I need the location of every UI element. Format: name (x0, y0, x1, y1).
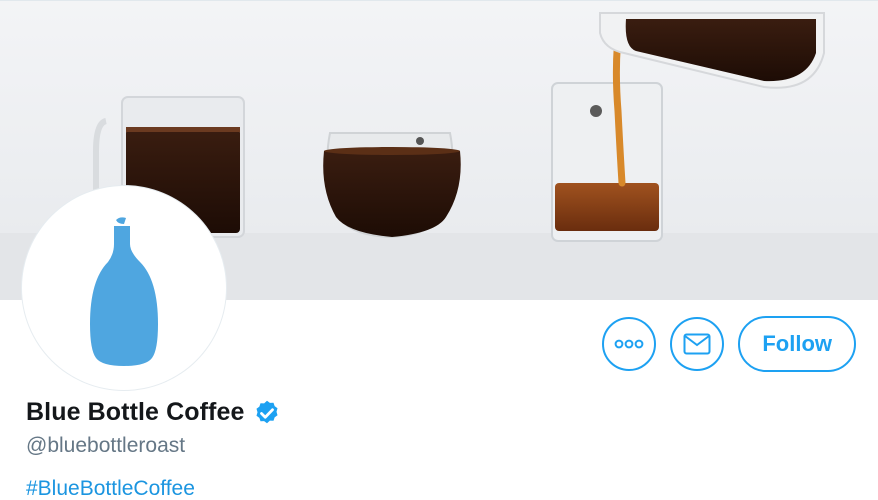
display-name: Blue Bottle Coffee (26, 397, 245, 426)
blue-bottle-logo-icon (90, 217, 158, 366)
profile-handle: @bluebottleroast (26, 434, 186, 457)
verified-badge-icon (256, 400, 278, 424)
message-button[interactable] (670, 317, 725, 371)
more-options-button[interactable] (602, 317, 657, 371)
profile-avatar[interactable] (22, 186, 226, 390)
bio-hashtag-link[interactable]: #BlueBottleCoffee (26, 477, 195, 500)
profile-page: Follow Blue Bottle Coffee @bluebottleroa… (0, 0, 878, 500)
profile-name-row: Blue Bottle Coffee (26, 397, 282, 427)
follow-button[interactable]: Follow (738, 316, 856, 372)
envelope-icon (683, 333, 711, 355)
round-glass-image (323, 132, 461, 239)
more-icon (614, 339, 644, 349)
profile-actions: Follow (602, 316, 856, 372)
